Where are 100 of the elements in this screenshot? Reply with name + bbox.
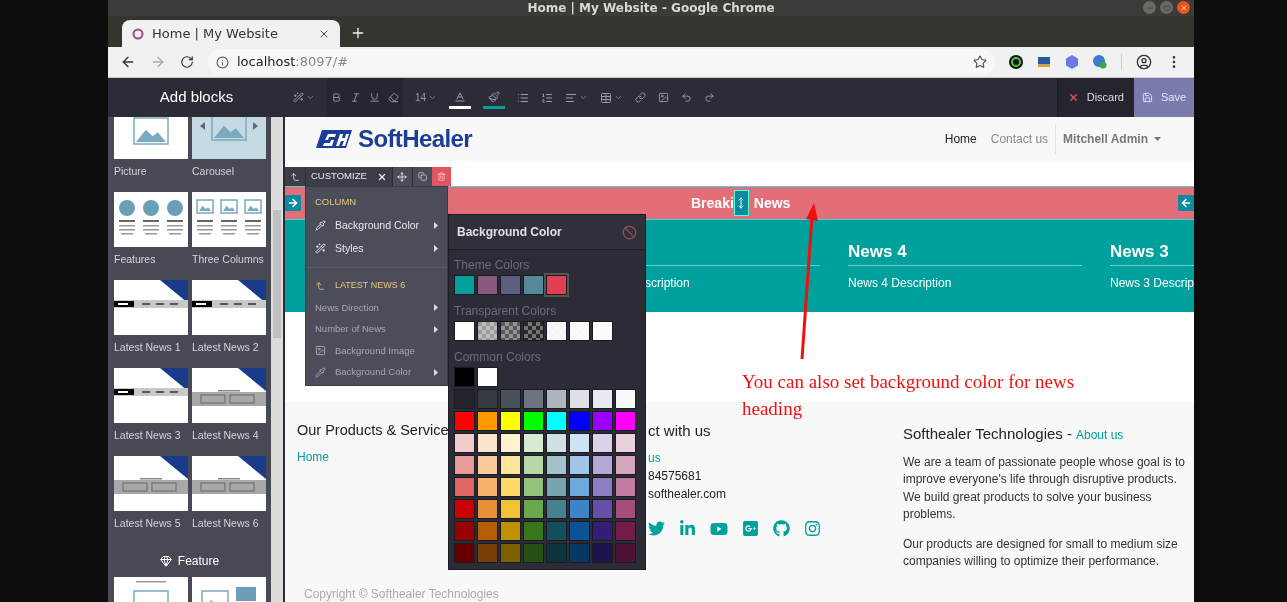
color-swatch[interactable] (523, 411, 544, 431)
arrow-right-button[interactable] (285, 195, 301, 211)
color-swatch[interactable] (546, 499, 567, 519)
color-swatch[interactable] (523, 321, 544, 341)
color-swatch[interactable] (569, 521, 590, 541)
footer-link[interactable]: Home (297, 447, 329, 466)
color-swatch[interactable] (477, 543, 498, 563)
align-dropdown[interactable] (565, 91, 589, 104)
color-swatch[interactable] (500, 521, 521, 541)
color-swatch[interactable] (454, 521, 475, 541)
color-swatch[interactable] (477, 275, 498, 295)
color-swatch[interactable] (500, 433, 521, 453)
menu-item[interactable]: Background Color (306, 361, 447, 383)
color-swatch[interactable] (592, 433, 613, 453)
color-swatch[interactable] (546, 455, 567, 475)
menu-item[interactable]: Number of News (306, 318, 447, 340)
redo-icon[interactable] (704, 92, 716, 103)
color-swatch[interactable] (523, 433, 544, 453)
block-thumbnail[interactable] (192, 456, 266, 511)
style-dropdown[interactable] (293, 92, 315, 103)
color-swatch[interactable] (615, 543, 636, 563)
color-swatch[interactable] (546, 477, 567, 497)
color-swatch[interactable] (454, 477, 475, 497)
block-thumbnail[interactable] (114, 280, 188, 335)
link-icon[interactable] (635, 92, 647, 103)
menu-item[interactable]: Background Color (306, 214, 447, 237)
color-swatch[interactable] (454, 367, 475, 387)
color-swatch[interactable] (523, 521, 544, 541)
color-swatch[interactable] (523, 275, 544, 295)
image-icon[interactable] (658, 92, 670, 103)
block-thumbnail[interactable] (192, 192, 266, 247)
color-swatch[interactable] (569, 321, 590, 341)
bullet-list-icon[interactable] (517, 91, 530, 104)
instagram-icon[interactable] (804, 519, 821, 537)
customize-button[interactable]: CUSTOMIZE (305, 167, 392, 186)
color-swatch[interactable] (523, 543, 544, 563)
table-dropdown[interactable] (600, 91, 624, 104)
color-swatch[interactable] (477, 411, 498, 431)
block-thumbnail[interactable] (114, 368, 188, 423)
color-swatch[interactable] (546, 543, 567, 563)
save-button[interactable]: Save (1134, 78, 1194, 117)
color-swatch[interactable] (546, 389, 567, 409)
color-swatch[interactable] (500, 499, 521, 519)
color-swatch[interactable] (615, 433, 636, 453)
nav-link[interactable]: Contact us (990, 130, 1049, 148)
twitter-icon[interactable] (648, 519, 665, 537)
google-plus-icon[interactable] (742, 519, 759, 537)
color-swatch[interactable] (615, 521, 636, 541)
color-swatch[interactable] (454, 543, 475, 563)
color-swatch[interactable] (592, 321, 613, 341)
color-swatch[interactable] (477, 367, 498, 387)
no-color-icon[interactable] (622, 224, 637, 240)
color-swatch[interactable] (615, 499, 636, 519)
color-swatch[interactable] (592, 543, 613, 563)
select-parent-button[interactable] (285, 167, 305, 186)
info-icon[interactable] (216, 55, 229, 69)
font-size-dropdown[interactable]: 14 (415, 90, 438, 105)
address-bar[interactable]: localhost:8097/# (208, 49, 995, 75)
color-swatch[interactable] (546, 433, 567, 453)
color-swatch[interactable] (569, 389, 590, 409)
color-swatch[interactable] (569, 433, 590, 453)
about-link[interactable]: About us (1076, 426, 1124, 444)
color-swatch[interactable] (454, 275, 475, 295)
color-swatch[interactable] (477, 521, 498, 541)
new-tab-icon[interactable] (350, 25, 366, 41)
color-swatch[interactable] (454, 411, 475, 431)
block-thumbnail[interactable] (114, 117, 188, 159)
bookmark-star-icon[interactable] (973, 55, 987, 69)
color-swatch[interactable] (454, 433, 475, 453)
color-swatch[interactable] (477, 389, 498, 409)
arrow-left-button[interactable] (1178, 195, 1194, 211)
color-swatch[interactable] (500, 389, 521, 409)
color-swatch[interactable] (500, 455, 521, 475)
color-swatch[interactable] (523, 389, 544, 409)
color-swatch[interactable] (500, 543, 521, 563)
color-swatch[interactable] (592, 411, 613, 431)
color-swatch[interactable] (454, 321, 475, 341)
nav-link[interactable]: Home (944, 130, 977, 148)
color-swatch[interactable] (477, 477, 498, 497)
color-swatch[interactable] (569, 477, 590, 497)
color-swatch[interactable] (500, 275, 521, 295)
color-swatch[interactable] (454, 499, 475, 519)
italic-icon[interactable] (350, 92, 361, 103)
back-icon[interactable] (120, 54, 136, 70)
color-swatch[interactable] (592, 499, 613, 519)
color-swatch[interactable] (523, 499, 544, 519)
color-swatch[interactable] (546, 521, 567, 541)
menu-item[interactable]: Styles (306, 237, 447, 260)
color-swatch[interactable] (615, 477, 636, 497)
browser-tab[interactable]: Home | My Website (122, 20, 340, 47)
color-swatch[interactable] (500, 321, 521, 341)
block-thumbnail[interactable] (114, 456, 188, 511)
color-swatch[interactable] (569, 499, 590, 519)
bold-icon[interactable] (331, 92, 342, 103)
block-thumbnail[interactable] (192, 117, 266, 159)
github-icon[interactable] (773, 519, 790, 537)
color-swatch[interactable] (592, 455, 613, 475)
color-swatch[interactable] (546, 321, 567, 341)
eraser-icon[interactable] (388, 92, 399, 103)
color-swatch[interactable] (569, 543, 590, 563)
